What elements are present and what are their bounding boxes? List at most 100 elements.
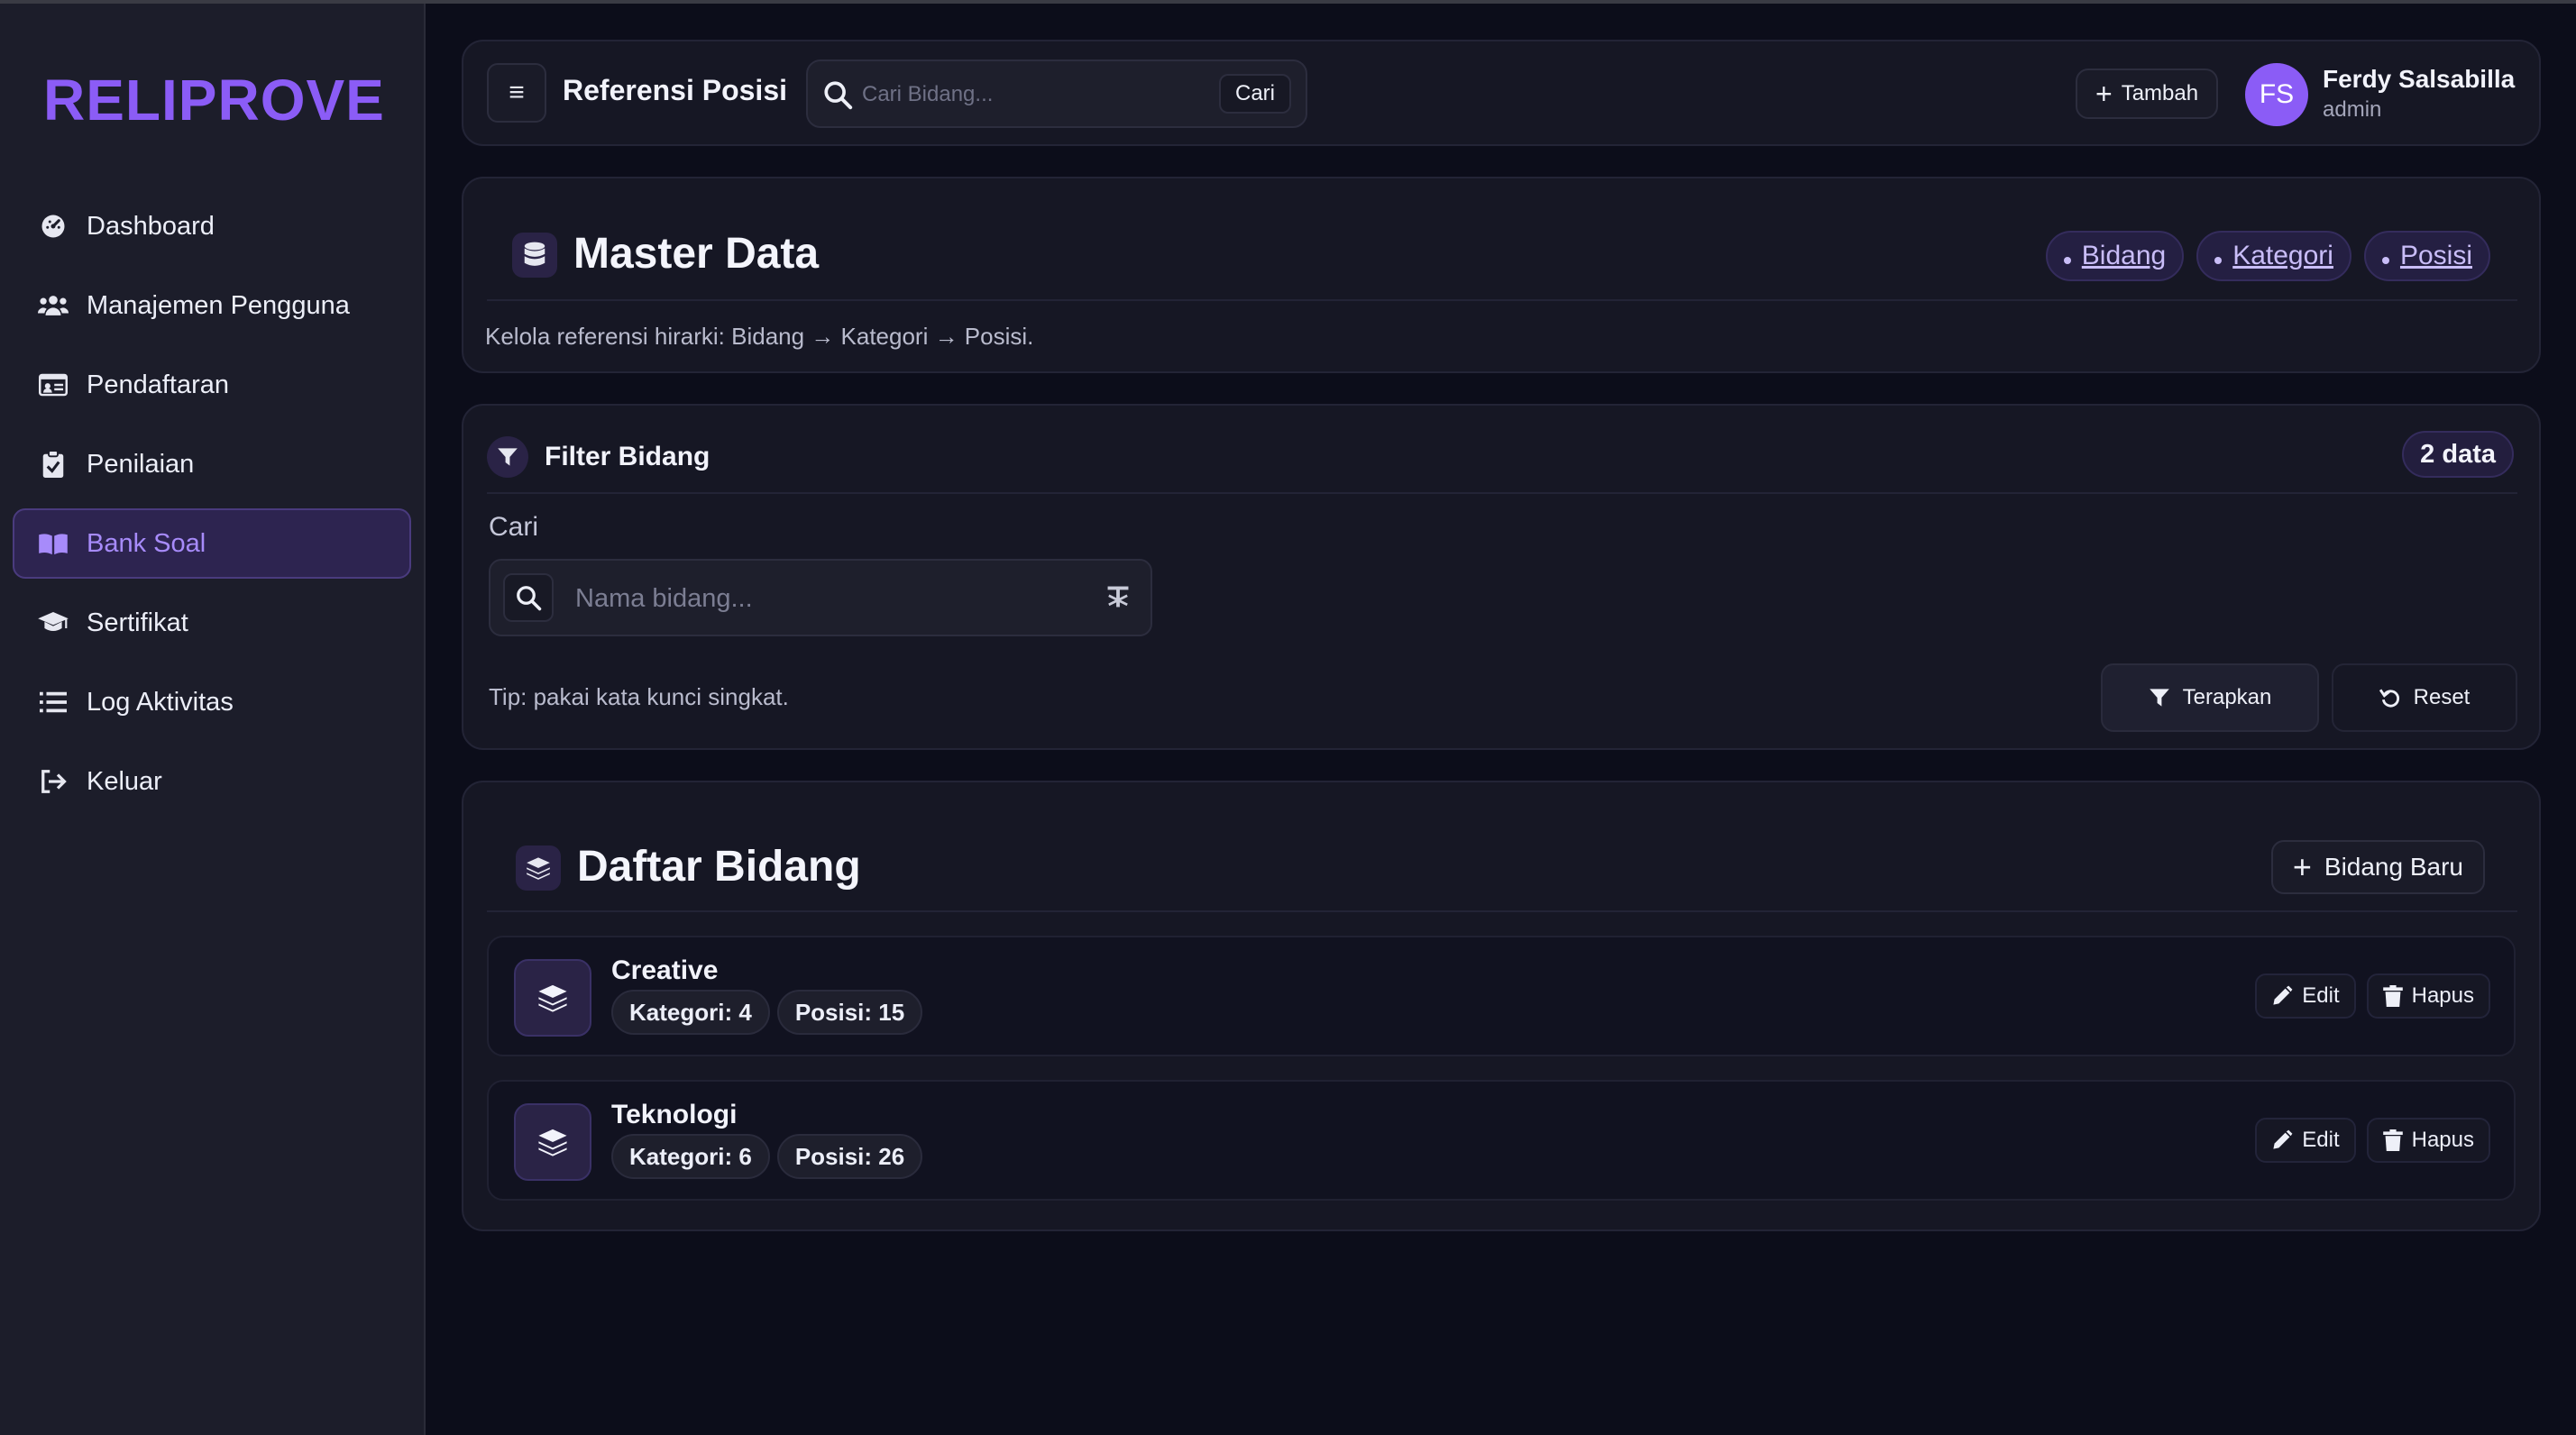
sidebar-item-keluar[interactable]: Keluar [13, 746, 411, 817]
undo-icon [2379, 689, 2399, 708]
apply-button-label: Terapkan [2182, 685, 2272, 709]
plus-icon: + [2292, 848, 2312, 885]
chip-bidang[interactable]: Bidang [2045, 231, 2185, 281]
edit-button[interactable]: Edit [2255, 1118, 2356, 1163]
sidebar-item-label: Bank Soal [87, 528, 206, 558]
chip-label: Bidang [2081, 241, 2167, 270]
filter-search-field [489, 559, 1152, 636]
sidebar-item-label: Manajemen Pengguna [87, 290, 350, 320]
divider [487, 299, 2517, 301]
kategori-count-badge: Kategori: 6 [611, 1134, 770, 1179]
delete-button[interactable]: Hapus [2366, 1118, 2490, 1163]
edit-button[interactable]: Edit [2255, 973, 2356, 1019]
user-role: admin [2323, 97, 2382, 122]
sidebar-item-label: Pendaftaran [87, 370, 230, 399]
filter-title: Filter Bidang [545, 442, 710, 471]
new-bidang-button[interactable]: + Bidang Baru [2270, 840, 2485, 894]
edit-label: Edit [2302, 983, 2340, 1008]
menu-toggle-button[interactable]: ≡ [487, 63, 546, 123]
users-icon [36, 288, 70, 323]
clipboard-check-icon [36, 447, 70, 481]
divider [487, 910, 2517, 912]
dot-icon [2214, 257, 2223, 264]
bidang-name: Creative [611, 955, 719, 985]
filter-card: Filter Bidang 2 data Cari Tip: pakai kat… [462, 404, 2541, 750]
graduation-cap-icon [36, 606, 70, 640]
filter-icon [487, 436, 528, 478]
filter-search-label: Cari [489, 512, 539, 542]
id-card-icon [36, 368, 70, 402]
sidebar-nav: Dashboard Manajemen Pengguna Pendaftaran… [13, 191, 411, 826]
book-open-icon [36, 526, 70, 561]
row-actions: Edit Hapus [2255, 1118, 2490, 1163]
pencil-icon [2273, 1129, 2293, 1149]
trash-icon [2382, 1129, 2403, 1151]
search-icon [822, 79, 853, 114]
bidang-name: Teknologi [611, 1100, 738, 1129]
chip-label: Posisi [2399, 241, 2472, 270]
clear-format-icon[interactable] [1105, 584, 1131, 614]
new-bidang-label: Bidang Baru [2324, 853, 2463, 881]
chip-kategori[interactable]: Kategori [2196, 231, 2351, 281]
add-button[interactable]: + Tambah [2076, 69, 2219, 119]
list-item: Creative Kategori: 4 Posisi: 15 Edit Hap… [487, 936, 2516, 1056]
sidebar-item-label: Log Aktivitas [87, 687, 234, 717]
top-header: ≡ Referensi Posisi Cari + Tambah FS Ferd… [462, 40, 2541, 146]
sidebar-item-sertifikat[interactable]: Sertifikat [13, 588, 411, 658]
divider [487, 492, 2517, 494]
bidang-tags: Kategori: 4 Posisi: 15 [611, 990, 923, 1035]
brand-logo: RELIPROVE [43, 68, 385, 133]
layers-icon [514, 959, 591, 1037]
list-item: Teknologi Kategori: 6 Posisi: 26 Edit Ha… [487, 1080, 2516, 1201]
sidebar-item-label: Sertifikat [87, 608, 188, 637]
filter-search-input[interactable] [575, 579, 1080, 618]
chip-posisi[interactable]: Posisi [2363, 231, 2490, 281]
user-name: Ferdy Salsabilla [2323, 65, 2516, 93]
sidebar-item-label: Dashboard [87, 211, 215, 241]
sidebar-item-users[interactable]: Manajemen Pengguna [13, 270, 411, 341]
reset-button-label: Reset [2413, 685, 2471, 709]
sidebar-item-dashboard[interactable]: Dashboard [13, 191, 411, 261]
sidebar-item-log-aktivitas[interactable]: Log Aktivitas [13, 667, 411, 737]
sidebar-item-bank-soal[interactable]: Bank Soal [13, 508, 411, 579]
delete-button[interactable]: Hapus [2366, 973, 2490, 1019]
logout-icon [36, 764, 70, 799]
reset-button[interactable]: Reset [2332, 663, 2517, 732]
section-title: Daftar Bidang [577, 843, 861, 891]
sidebar-item-label: Keluar [87, 766, 162, 796]
dot-icon [2063, 257, 2071, 264]
filter-icon [2149, 689, 2169, 707]
sidebar-item-pendaftaran[interactable]: Pendaftaran [13, 350, 411, 420]
chip-label: Kategori [2232, 241, 2333, 270]
add-button-label: Tambah [2121, 81, 2199, 105]
list-icon [36, 685, 70, 719]
layers-icon [514, 1103, 591, 1181]
dashboard-icon [36, 209, 70, 243]
edit-label: Edit [2302, 1128, 2340, 1152]
apply-button[interactable]: Terapkan [2101, 663, 2319, 732]
avatar[interactable]: FS [2245, 63, 2308, 126]
hamburger-icon: ≡ [509, 78, 525, 107]
posisi-count-badge: Posisi: 15 [776, 990, 923, 1035]
search-button[interactable]: Cari [1218, 74, 1291, 114]
kategori-count-badge: Kategori: 4 [611, 990, 770, 1035]
section-title: Master Data [573, 230, 820, 278]
database-icon [512, 233, 557, 278]
plus-icon: + [2095, 78, 2113, 110]
master-data-card: Master Data Bidang Kategori Posisi Kelol… [462, 177, 2541, 373]
search-icon [503, 573, 554, 622]
sidebar: RELIPROVE Dashboard Manajemen Pengguna P… [0, 4, 426, 1435]
dot-icon [2381, 257, 2389, 264]
section-description: Kelola referensi hirarki: Bidang → Kateg… [485, 323, 1034, 350]
pencil-icon [2273, 985, 2293, 1005]
count-badge: 2 data [2402, 431, 2514, 478]
layers-icon [516, 845, 561, 891]
page-title: Referensi Posisi [563, 74, 787, 106]
trash-icon [2382, 985, 2403, 1007]
filter-tip: Tip: pakai kata kunci singkat. [489, 683, 789, 710]
sidebar-item-penilaian[interactable]: Penilaian [13, 429, 411, 499]
header-search-input[interactable] [862, 74, 1205, 115]
sidebar-item-label: Penilaian [87, 449, 195, 479]
delete-label: Hapus [2411, 1128, 2474, 1152]
hierarchy-chips: Bidang Kategori Posisi [2045, 231, 2490, 281]
